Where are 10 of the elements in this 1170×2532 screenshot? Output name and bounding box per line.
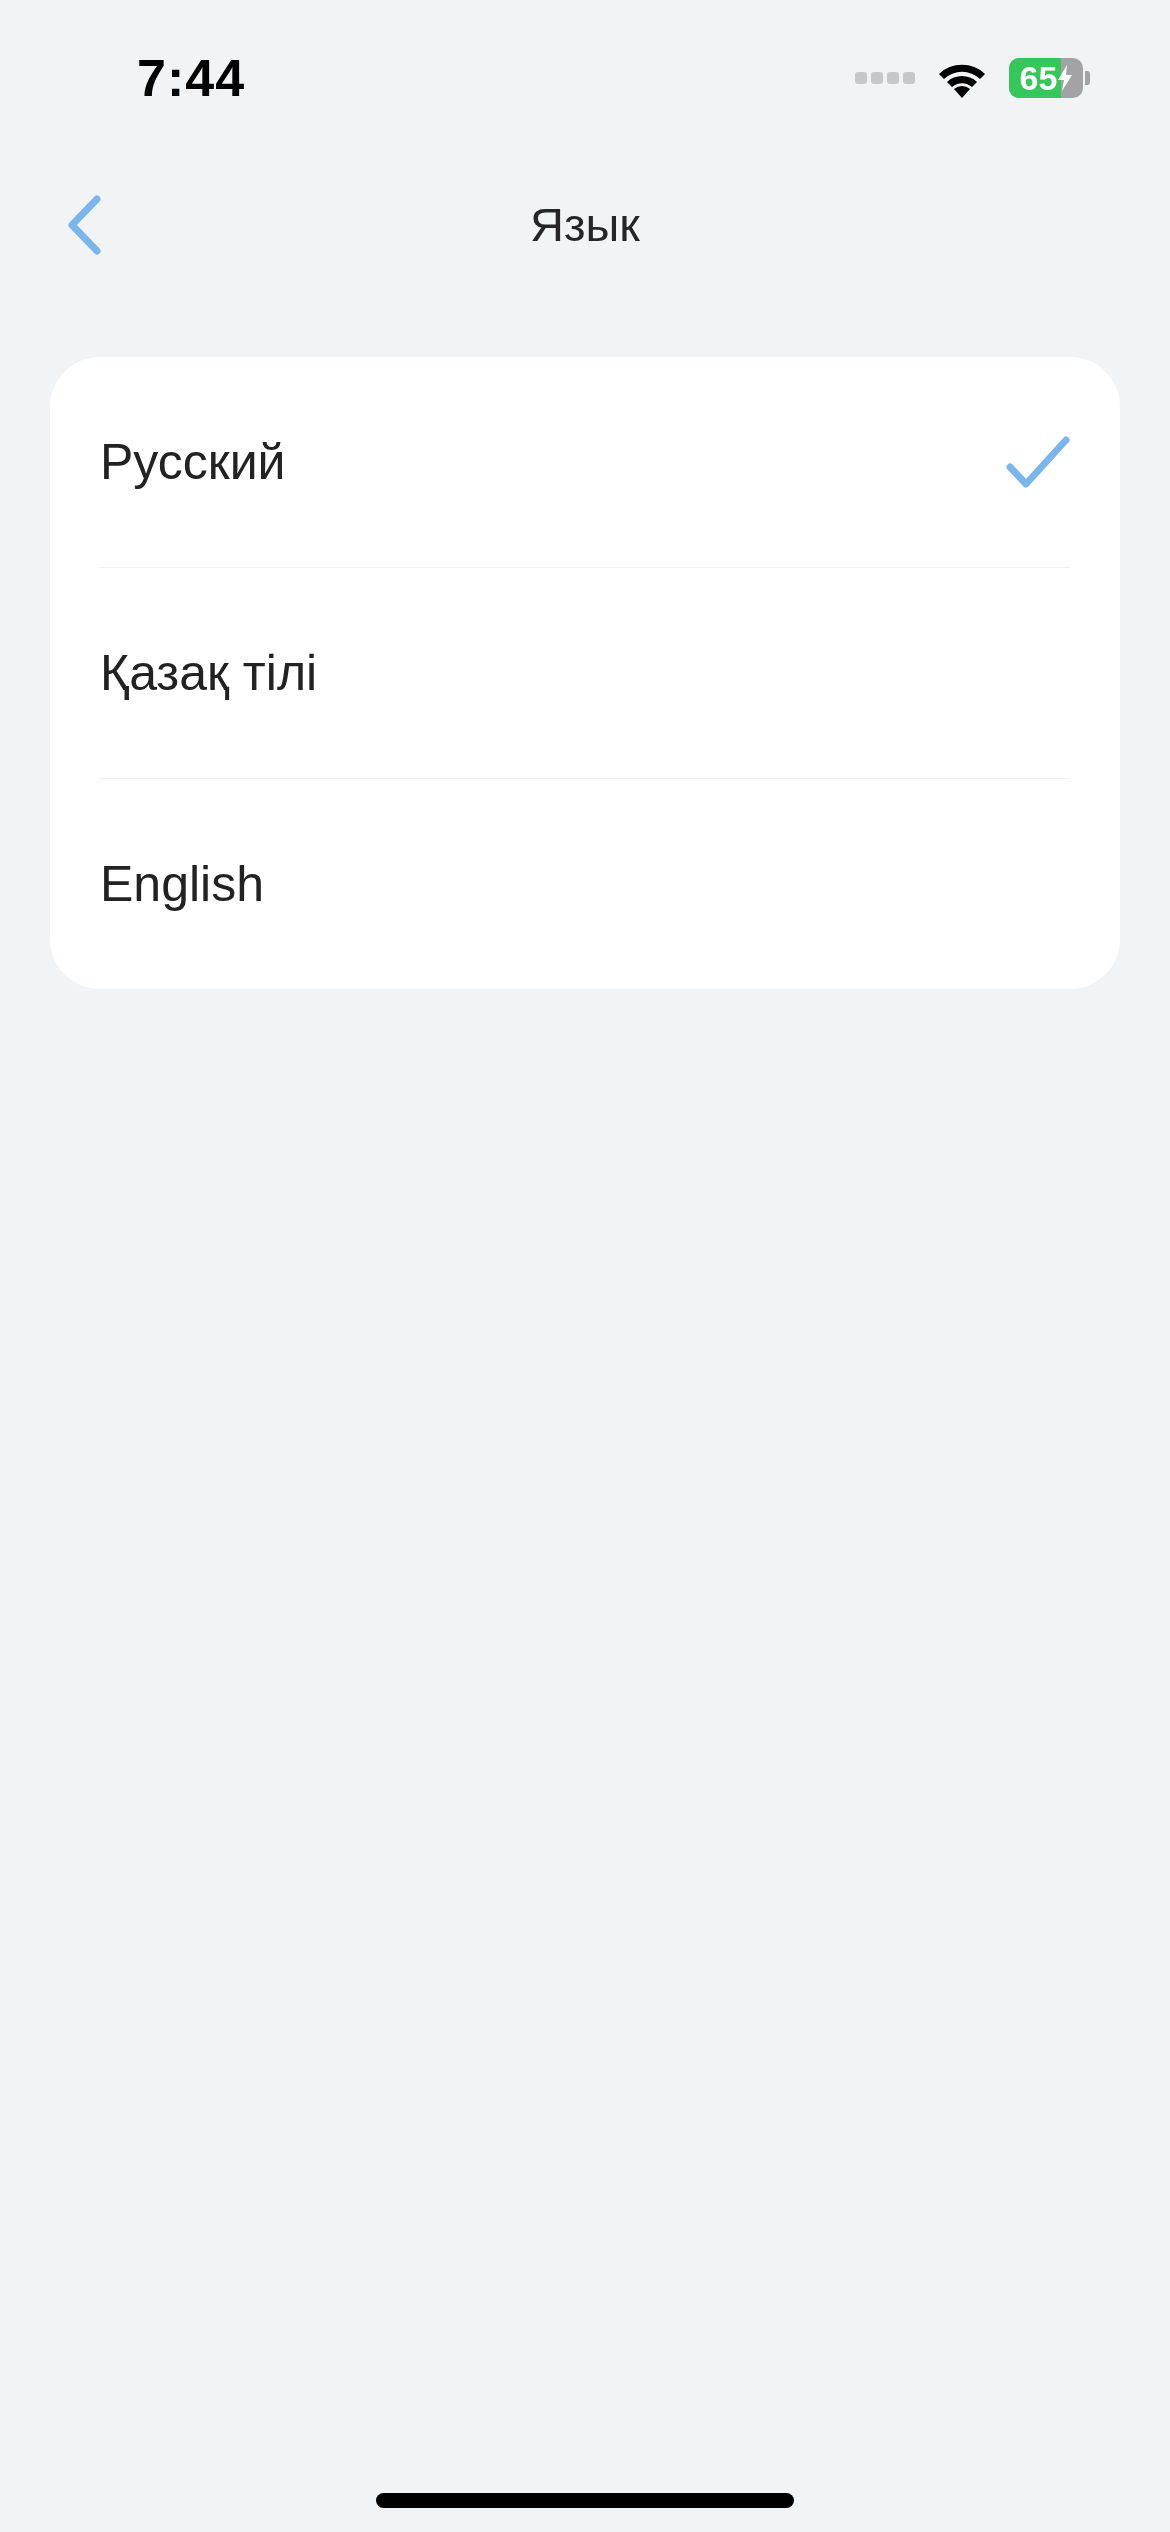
status-time: 7:44 — [137, 50, 246, 106]
battery-percentage: 65 — [1019, 60, 1058, 96]
page-title: Язык — [530, 198, 640, 252]
signal-icon — [855, 70, 915, 86]
language-option[interactable]: English — [50, 779, 1120, 989]
back-chevron-icon — [66, 194, 102, 256]
language-option[interactable]: Қазақ тілі — [50, 568, 1120, 778]
battery-tip-icon — [1085, 71, 1090, 85]
bolt-icon — [1058, 65, 1073, 91]
language-option[interactable]: Русский — [50, 357, 1120, 567]
